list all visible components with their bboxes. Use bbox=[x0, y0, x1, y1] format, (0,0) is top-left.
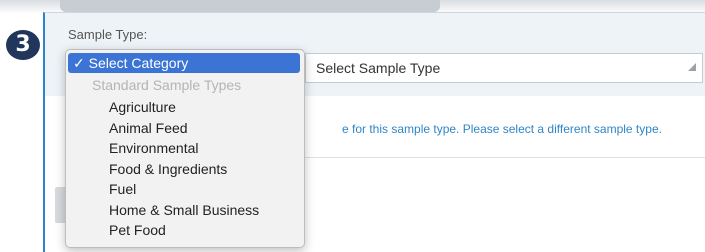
dropdown-option[interactable]: Pet Food bbox=[66, 220, 304, 241]
sample-type-label: Sample Type: bbox=[68, 27, 148, 42]
dropdown-option[interactable]: Environmental bbox=[66, 138, 304, 159]
category-dropdown-menu[interactable]: ✓ Select Category Standard Sample Types … bbox=[65, 49, 305, 248]
sample-type-select-value: Select Sample Type bbox=[316, 60, 441, 76]
resize-corner-icon bbox=[688, 63, 696, 71]
dropdown-option[interactable]: Fuel bbox=[66, 179, 304, 200]
sample-type-select[interactable]: Select Sample Type bbox=[305, 53, 703, 83]
help-message: e for this sample type. Please select a … bbox=[342, 122, 662, 136]
dropdown-option[interactable]: Agriculture bbox=[66, 97, 304, 118]
dropdown-option[interactable]: Home & Small Business bbox=[66, 200, 304, 221]
dropdown-option-select-category[interactable]: ✓ Select Category bbox=[68, 53, 300, 73]
dropdown-group-label: Standard Sample Types bbox=[92, 77, 242, 93]
dropdown-option-list: Agriculture Animal Feed Environmental Fo… bbox=[66, 97, 304, 241]
dropdown-option[interactable]: Animal Feed bbox=[66, 118, 304, 139]
top-shade-bar bbox=[60, 0, 440, 12]
dropdown-option[interactable]: Food & Ingredients bbox=[66, 159, 304, 180]
step-number-badge: 3 bbox=[6, 30, 40, 60]
